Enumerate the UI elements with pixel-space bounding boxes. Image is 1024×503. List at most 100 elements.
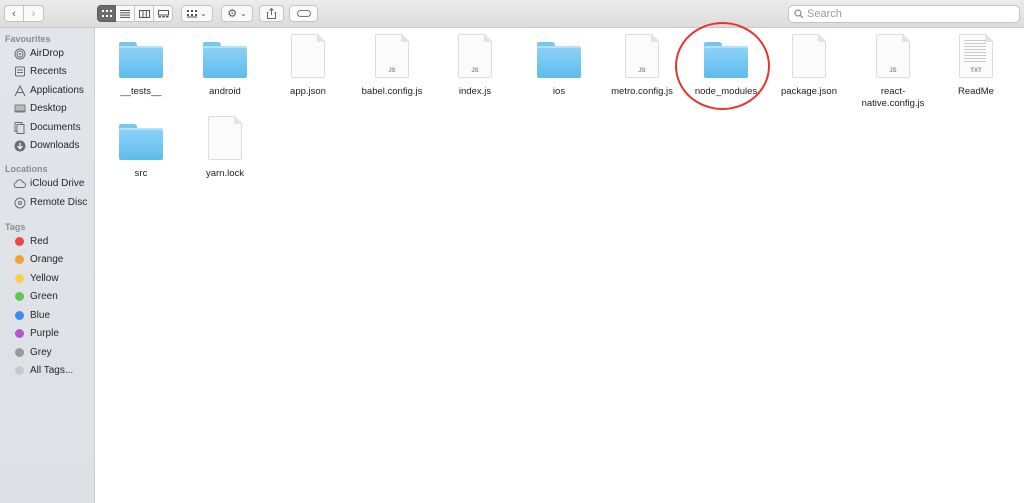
sidebar-item-tag-blue[interactable]: Blue [0, 307, 94, 324]
js-document-icon: JS [375, 33, 410, 78]
search-icon [794, 9, 804, 19]
sidebar-item-tag-purple[interactable]: Purple [0, 325, 94, 342]
sidebar-item-documents[interactable]: Documents [0, 119, 94, 136]
chevron-down-icon: ⌄ [240, 9, 247, 18]
icon-view-button[interactable] [97, 5, 116, 22]
tag-dot-icon [15, 292, 24, 301]
sidebar-item-tag-orange[interactable]: Orange [0, 251, 94, 268]
tags-section-title: Tags [5, 222, 26, 232]
sidebar-item-label: Blue [30, 310, 51, 321]
group-grid-icon [187, 9, 198, 17]
chevron-down-icon: ⌄ [200, 9, 207, 18]
tag-dot-icon [15, 348, 24, 357]
sidebar-item-tag-green[interactable]: Green [0, 288, 94, 305]
file-item-src[interactable]: src [99, 114, 183, 180]
file-item-tests[interactable]: __tests__ [99, 32, 183, 98]
file-item-node-modules[interactable]: node_modules [684, 32, 768, 98]
file-item-index-js[interactable]: JS index.js [433, 32, 517, 98]
folder-icon [119, 124, 163, 160]
sidebar-item-label: Purple [30, 328, 59, 339]
file-item-label: babel.config.js [361, 86, 423, 97]
sidebar-item-label: Yellow [30, 273, 59, 284]
sidebar-item-label: Grey [30, 347, 52, 358]
sidebar-item-label: Desktop [30, 103, 67, 114]
file-item-label: package.json [781, 86, 837, 97]
column-view-button[interactable] [135, 5, 154, 22]
share-button[interactable] [259, 5, 284, 22]
js-document-icon: JS [625, 33, 660, 78]
sidebar-item-applications[interactable]: Applications [0, 82, 94, 99]
chevron-right-icon: › [31, 7, 36, 20]
file-item-label: android [209, 86, 241, 97]
search-input[interactable] [807, 8, 1007, 20]
sidebar-item-remote-disc[interactable]: Remote Disc [0, 194, 94, 211]
view-mode-buttons [97, 5, 173, 22]
file-item-readme[interactable]: TXT ReadMe [934, 32, 1018, 98]
edit-tags-button[interactable] [289, 5, 318, 22]
file-extension-label: TXT [970, 68, 982, 74]
chevron-left-icon: ‹ [12, 7, 16, 20]
sidebar-item-recents[interactable]: Recents [0, 63, 94, 80]
cloud-icon [13, 177, 26, 190]
file-item-react-native-config[interactable]: JS react- native.config.js [851, 32, 935, 110]
file-item-label: __tests__ [120, 86, 162, 97]
sidebar-item-label: Red [30, 236, 49, 247]
sidebar-item-label: Recents [30, 66, 67, 77]
sidebar-item-tag-grey[interactable]: Grey [0, 344, 94, 361]
file-extension-label: JS [889, 68, 897, 74]
applications-icon [13, 84, 26, 97]
sidebar-item-downloads[interactable]: Downloads [0, 137, 94, 154]
folder-icon [119, 42, 163, 78]
favourites-section-title: Favourites [5, 34, 51, 44]
file-extension-label: JS [388, 68, 396, 74]
sidebar-item-label: Documents [30, 122, 81, 133]
js-document-icon: JS [458, 33, 493, 78]
documents-icon [13, 121, 26, 134]
tag-dot-icon [15, 311, 24, 320]
finder-toolbar: ‹ › ⌄ ⚙ ⌄ [0, 0, 1024, 28]
file-item-yarn-lock[interactable]: yarn.lock [183, 114, 267, 180]
text-document-icon: TXT [959, 33, 994, 78]
document-icon [291, 33, 326, 78]
sidebar-item-tag-yellow[interactable]: Yellow [0, 270, 94, 287]
js-document-icon: JS [876, 33, 911, 78]
file-item-app-json[interactable]: app.json [266, 32, 350, 98]
tag-dot-icon [15, 274, 24, 283]
sidebar-item-tag-red[interactable]: Red [0, 233, 94, 250]
gallery-view-button[interactable] [154, 5, 173, 22]
file-extension-label: JS [471, 68, 479, 74]
back-button[interactable]: ‹ [4, 5, 24, 22]
sidebar-item-label: All Tags... [30, 365, 74, 376]
file-item-ios[interactable]: ios [517, 32, 601, 98]
action-menu-button[interactable]: ⚙ ⌄ [221, 5, 253, 22]
locations-section-title: Locations [5, 164, 48, 174]
navigation-buttons: ‹ › [4, 5, 44, 22]
file-item-package-json[interactable]: package.json [767, 32, 851, 98]
file-item-label-line: react- [880, 86, 906, 97]
sidebar-item-label: iCloud Drive [30, 178, 85, 189]
gallery-icon [157, 9, 169, 17]
group-by-button[interactable]: ⌄ [181, 5, 213, 22]
file-item-label: ReadMe [958, 86, 994, 97]
gear-icon: ⚙ [227, 8, 238, 20]
tag-dot-icon [15, 255, 24, 264]
file-item-metro-config[interactable]: JS metro.config.js [600, 32, 684, 98]
list-view-button[interactable] [116, 5, 135, 22]
recents-icon [13, 65, 26, 78]
sidebar-item-label: AirDrop [30, 48, 64, 59]
sidebar-item-airdrop[interactable]: AirDrop [0, 45, 94, 62]
sidebar-item-label: Downloads [30, 140, 80, 151]
sidebar-item-icloud-drive[interactable]: iCloud Drive [0, 175, 94, 192]
file-item-android[interactable]: android [183, 32, 267, 98]
columns-icon [138, 9, 150, 18]
search-field[interactable] [788, 5, 1020, 23]
desktop-icon [13, 102, 26, 115]
file-item-label: app.json [290, 86, 326, 97]
file-item-babel-config[interactable]: JS babel.config.js [350, 32, 434, 98]
sidebar-item-desktop[interactable]: Desktop [0, 100, 94, 117]
file-item-label: metro.config.js [611, 86, 673, 97]
forward-button[interactable]: › [24, 5, 44, 22]
list-icon [120, 9, 130, 18]
sidebar-item-all-tags[interactable]: All Tags... [0, 362, 94, 379]
sidebar: Favourites AirDrop Recents Applications … [0, 28, 95, 503]
